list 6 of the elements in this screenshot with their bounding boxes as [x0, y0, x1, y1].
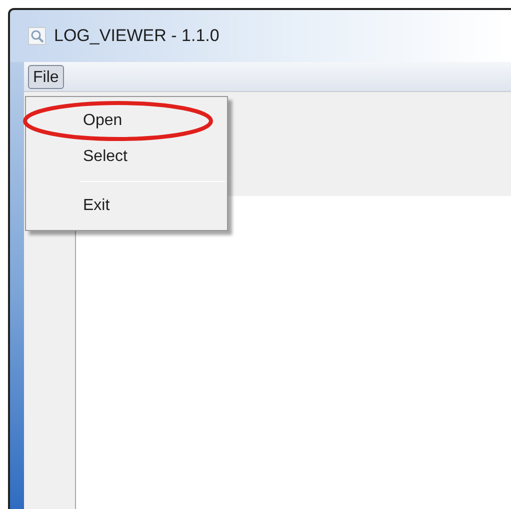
window-title: LOG_VIEWER - 1.1.0	[54, 25, 220, 48]
menu-item[interactable]: Exit	[83, 194, 110, 218]
menu-bar-item[interactable]: File	[28, 64, 64, 88]
menu-item[interactable]: Open	[83, 109, 122, 133]
app-icon	[28, 27, 46, 45]
menu-item[interactable]: Select	[83, 145, 128, 169]
